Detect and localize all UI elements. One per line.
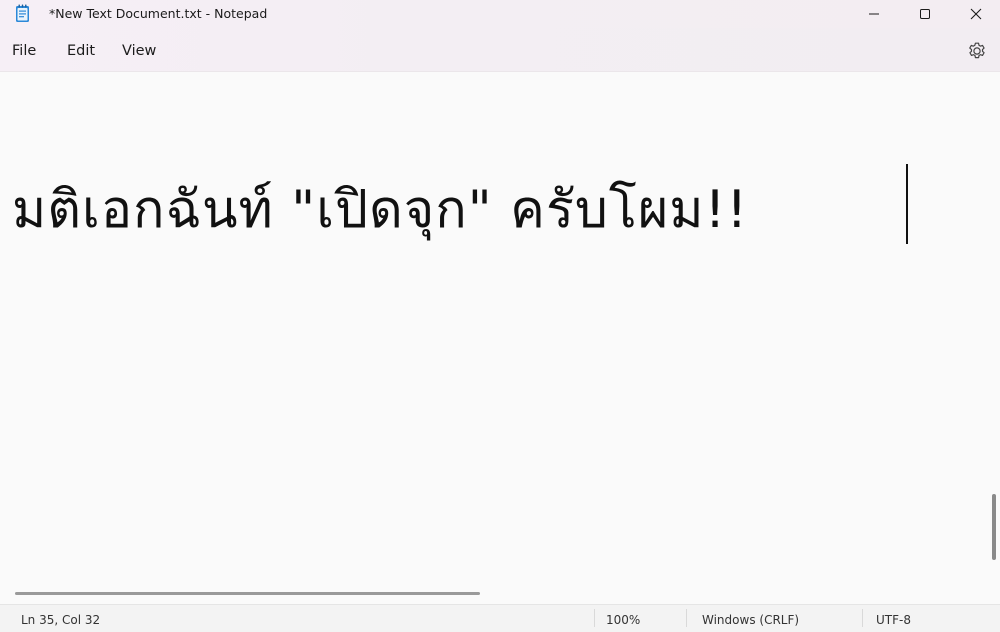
text-caret: [906, 164, 908, 244]
menu-file[interactable]: File: [12, 43, 36, 59]
zoom-level[interactable]: 100%: [606, 613, 640, 627]
maximize-button[interactable]: [901, 0, 949, 28]
menu-edit[interactable]: Edit: [67, 43, 95, 59]
horizontal-scrollbar-thumb[interactable]: [15, 592, 480, 595]
status-divider: [686, 609, 687, 627]
notepad-window: *New Text Document.txt - Notepad File Ed…: [0, 0, 1000, 632]
close-button[interactable]: [952, 0, 1000, 28]
menu-bar: File Edit View: [0, 28, 1000, 72]
editor-text-line[interactable]: มติเอกฉันท์ "เปิดจุก" ครับโผม!!: [12, 174, 748, 246]
menu-view[interactable]: View: [122, 43, 156, 59]
cursor-position: Ln 35, Col 32: [21, 613, 101, 627]
title-bar[interactable]: *New Text Document.txt - Notepad: [0, 0, 1000, 28]
settings-button[interactable]: [966, 40, 988, 62]
line-ending[interactable]: Windows (CRLF): [702, 613, 799, 627]
status-divider: [862, 609, 863, 627]
encoding[interactable]: UTF-8: [876, 613, 911, 627]
maximize-icon: [920, 9, 930, 19]
gear-icon: [969, 42, 985, 59]
text-editor[interactable]: มติเอกฉันท์ "เปิดจุก" ครับโผม!!: [0, 72, 1000, 604]
status-bar: Ln 35, Col 32 100% Windows (CRLF) UTF-8: [0, 604, 1000, 632]
vertical-scrollbar-thumb[interactable]: [992, 494, 996, 560]
minimize-icon: [869, 13, 879, 15]
notepad-icon: [16, 4, 29, 22]
close-icon: [970, 8, 982, 20]
minimize-button[interactable]: [850, 0, 898, 28]
status-divider: [594, 609, 595, 627]
window-title: *New Text Document.txt - Notepad: [49, 6, 268, 21]
